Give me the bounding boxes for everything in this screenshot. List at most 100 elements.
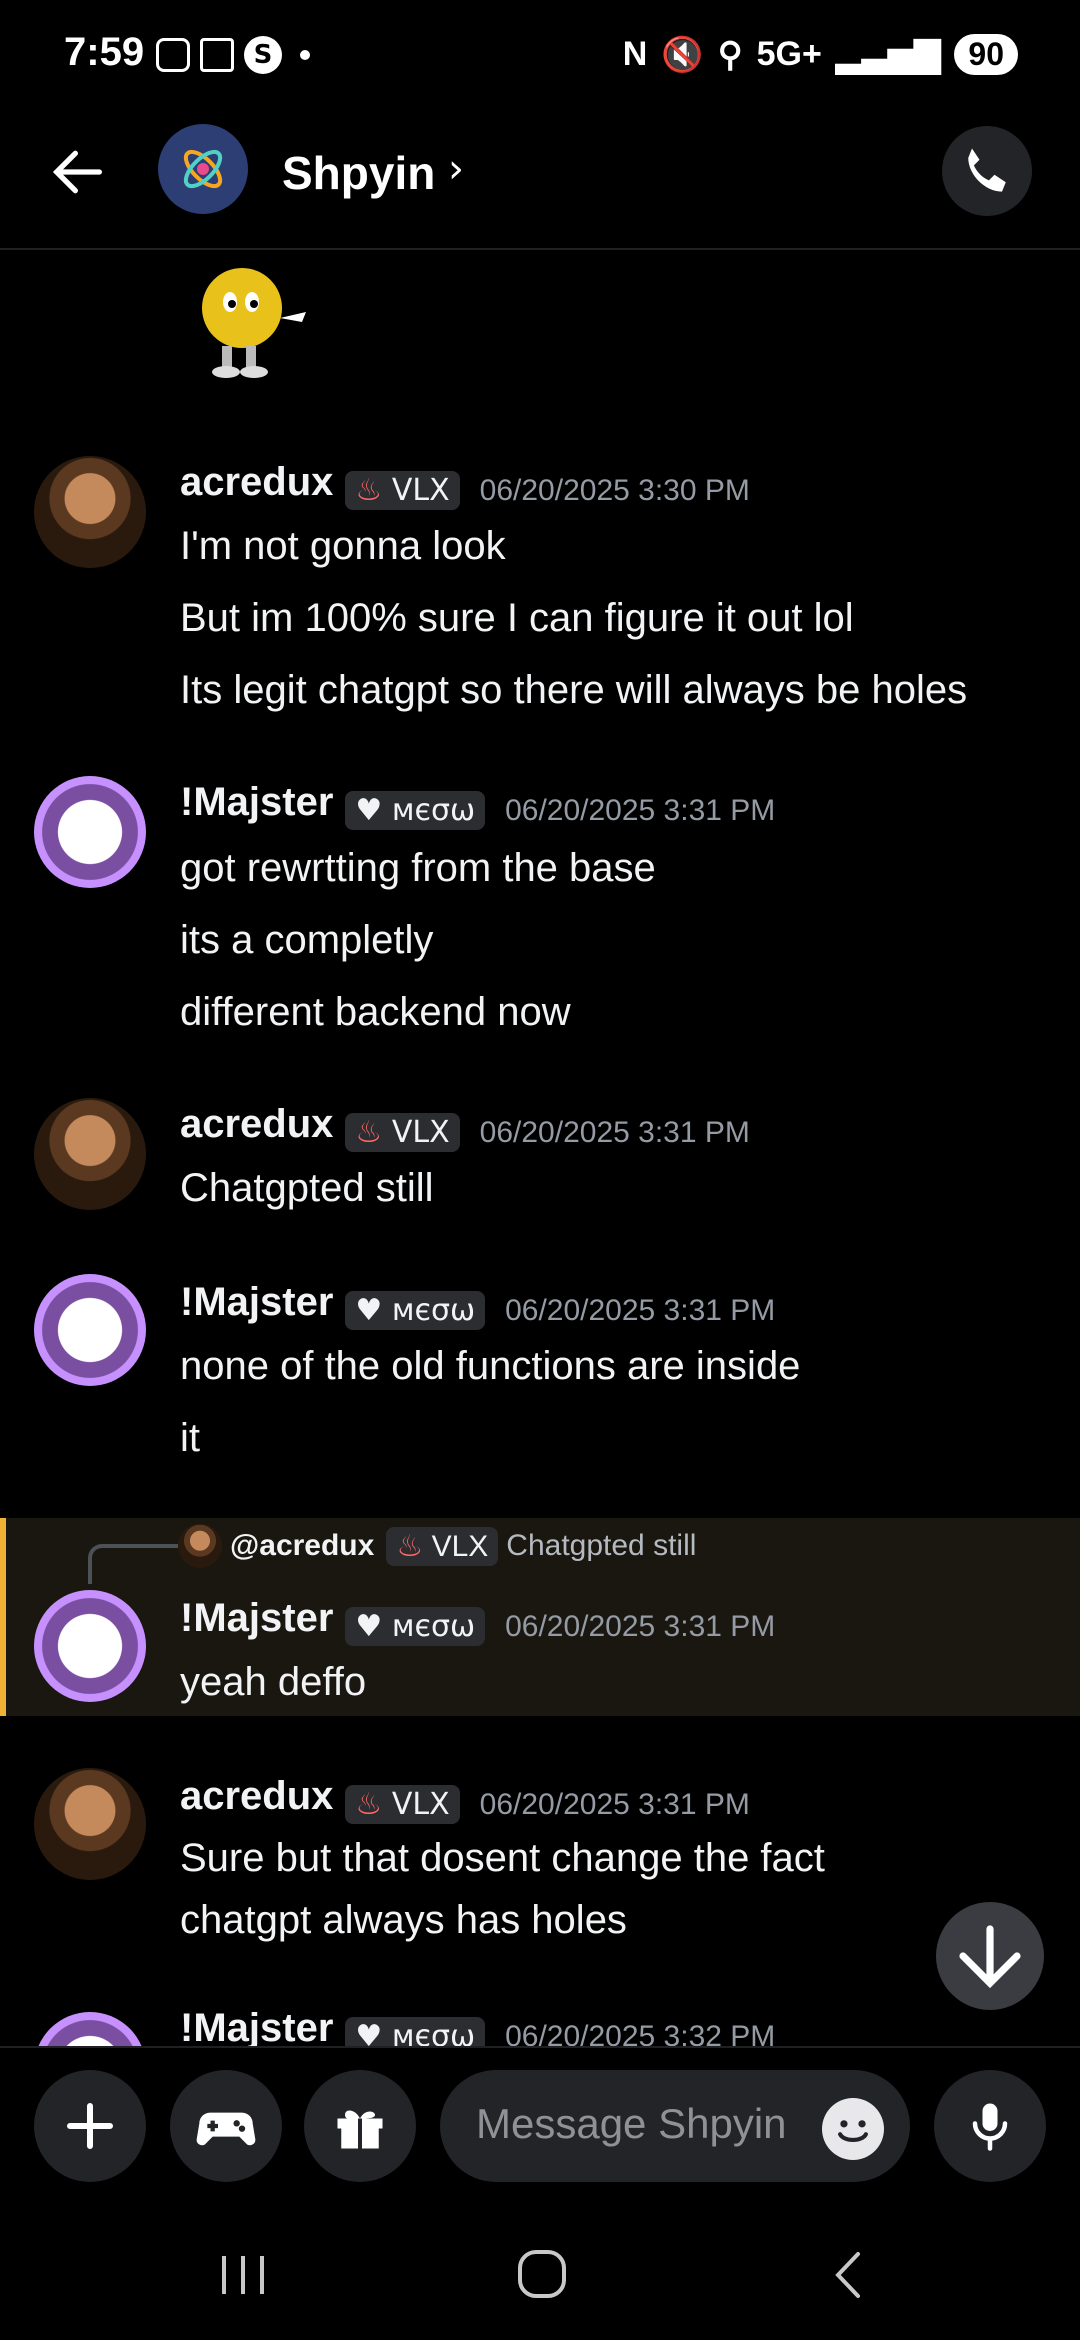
status-bar: 7:59 S N 🔇 ⚲ 5G+ ▂▃▅▇ 90 bbox=[0, 0, 1080, 118]
username[interactable]: !Majster bbox=[180, 1280, 333, 1324]
message-header: acredux ♨ VLX 06/20/2025 3:30 PM bbox=[180, 460, 750, 510]
flame-icon: ♨ bbox=[355, 473, 383, 508]
flame-icon: ♨ bbox=[396, 1529, 424, 1563]
message-line[interactable]: Chatgpted still bbox=[180, 1152, 433, 1224]
message-line[interactable]: chatgpt always has holes bbox=[180, 1884, 627, 1956]
user-tag[interactable]: ♥ мєσω bbox=[345, 791, 486, 830]
heart-icon: ♥ bbox=[355, 1609, 383, 1644]
avatar[interactable] bbox=[34, 776, 146, 888]
reply-text: Chatgpted still bbox=[506, 1529, 697, 1562]
heart-icon: ♥ bbox=[355, 2019, 383, 2046]
gamepad-icon bbox=[196, 2112, 256, 2146]
message-header: acredux ♨ VLX 06/20/2025 3:31 PM bbox=[180, 1102, 750, 1152]
message-line[interactable]: yeah deffo bbox=[180, 1646, 366, 1718]
timestamp: 06/20/2025 3:31 PM bbox=[505, 793, 776, 827]
add-attachment-button[interactable] bbox=[34, 2070, 146, 2182]
username[interactable]: acredux bbox=[180, 1102, 333, 1146]
gmail-icon bbox=[200, 38, 234, 72]
message-line[interactable]: none of the old functions are inside bbox=[180, 1330, 800, 1402]
username[interactable]: !Majster bbox=[180, 780, 333, 824]
network-label: 5G+ bbox=[756, 35, 822, 73]
message-line[interactable]: Its legit chatgpt so there will always b… bbox=[180, 654, 967, 726]
message-header: !Majster ♥ мєσω 06/20/2025 3:31 PM bbox=[180, 1280, 775, 1330]
emoji-sticker bbox=[180, 258, 320, 388]
channel-title[interactable]: Shpyin bbox=[282, 146, 435, 200]
flame-icon: ♨ bbox=[355, 1787, 383, 1822]
smiley-sticker-icon bbox=[202, 268, 306, 378]
timestamp: 06/20/2025 3:31 PM bbox=[505, 1293, 776, 1327]
emoji-button[interactable] bbox=[822, 2098, 884, 2160]
reply-avatar bbox=[178, 1524, 222, 1568]
heart-icon: ♥ bbox=[355, 793, 383, 828]
back-button[interactable] bbox=[46, 140, 116, 210]
system-back-icon[interactable] bbox=[826, 2248, 870, 2302]
avatar[interactable] bbox=[34, 1590, 146, 1702]
signal-icon: ▂▃▅▇ bbox=[835, 35, 941, 74]
avatar[interactable] bbox=[34, 2012, 146, 2046]
user-tag[interactable]: ♥ мєσω bbox=[345, 1607, 486, 1646]
avatar[interactable] bbox=[34, 1098, 146, 1210]
status-time: 7:59 bbox=[64, 30, 145, 74]
voice-message-button[interactable] bbox=[934, 2070, 1046, 2182]
screenshot-icon bbox=[156, 38, 190, 72]
nfc-icon: N bbox=[622, 35, 648, 73]
message-line[interactable]: it bbox=[180, 1402, 200, 1474]
user-tag[interactable]: ♨ VLX bbox=[345, 471, 460, 510]
status-system-icons: N 🔇 ⚲ 5G+ ▂▃▅▇ 90 bbox=[623, 34, 1018, 75]
skype-icon: S bbox=[244, 36, 282, 74]
gift-button[interactable] bbox=[304, 2070, 416, 2182]
user-tag[interactable]: ♨ VLX bbox=[345, 1785, 460, 1824]
reply-connector bbox=[88, 1544, 178, 1584]
arrow-left-icon bbox=[52, 150, 102, 194]
avatar[interactable] bbox=[34, 1768, 146, 1880]
channel-avatar[interactable] bbox=[158, 124, 248, 214]
message-line[interactable]: got rewrtting from the base bbox=[180, 832, 656, 904]
username[interactable]: acredux bbox=[180, 460, 333, 504]
timestamp: 06/20/2025 3:31 PM bbox=[479, 1115, 750, 1149]
message-header: acredux ♨ VLX 06/20/2025 3:31 PM bbox=[180, 1774, 750, 1824]
timestamp: 06/20/2025 3:32 PM bbox=[505, 2019, 776, 2047]
more-notifications-dot-icon bbox=[300, 50, 310, 60]
scroll-to-bottom-button[interactable] bbox=[936, 1902, 1044, 2010]
message-partial: !Majster ♥ мєσω 06/20/2025 3:32 PM bbox=[0, 2010, 1080, 2046]
home-icon[interactable] bbox=[516, 2246, 568, 2302]
gift-icon bbox=[337, 2110, 383, 2149]
message-line[interactable]: its a completly bbox=[180, 904, 433, 976]
user-tag[interactable]: ♨ VLX bbox=[345, 1113, 460, 1152]
message-header: !Majster ♥ мєσω 06/20/2025 3:31 PM bbox=[180, 780, 775, 830]
avatar[interactable] bbox=[34, 456, 146, 568]
microphone-icon bbox=[972, 2103, 1008, 2151]
reply-reference[interactable]: @acredux ♨ VLX Chatgpted still bbox=[178, 1524, 696, 1568]
battery-badge: 90 bbox=[954, 34, 1018, 75]
arrow-down-icon bbox=[959, 1925, 1021, 1989]
multicolor-logo-icon bbox=[183, 149, 223, 189]
username[interactable]: acredux bbox=[180, 1774, 333, 1818]
emoji-icon bbox=[838, 2120, 868, 2143]
message-line[interactable]: I'm not gonna look bbox=[180, 510, 506, 582]
message-input-placeholder: Message Shpyin bbox=[476, 2100, 787, 2147]
system-navigation-bar bbox=[0, 2206, 1080, 2340]
user-tag[interactable]: ♥ мєσω bbox=[345, 1291, 486, 1330]
timestamp: 06/20/2025 3:31 PM bbox=[505, 1609, 776, 1643]
user-tag[interactable]: ♥ мєσω bbox=[345, 2017, 486, 2046]
message-line[interactable]: But im 100% sure I can figure it out lol bbox=[180, 582, 854, 654]
mute-icon: 🔇 bbox=[661, 35, 704, 74]
activities-button[interactable] bbox=[170, 2070, 282, 2182]
timestamp: 06/20/2025 3:30 PM bbox=[479, 473, 750, 507]
username[interactable]: !Majster bbox=[180, 1596, 333, 1640]
reply-author: @acredux bbox=[230, 1529, 375, 1562]
timestamp: 06/20/2025 3:31 PM bbox=[479, 1787, 750, 1821]
reply-user-tag: ♨ VLX bbox=[386, 1526, 499, 1566]
plus-icon bbox=[67, 2103, 113, 2149]
location-icon: ⚲ bbox=[717, 35, 743, 74]
username[interactable]: !Majster bbox=[180, 2010, 333, 2046]
call-button[interactable] bbox=[942, 126, 1032, 216]
status-notification-icons: S bbox=[156, 36, 310, 74]
message-header: !Majster ♥ мєσω 06/20/2025 3:31 PM bbox=[180, 1596, 775, 1646]
chevron-right-icon[interactable]: › bbox=[448, 146, 464, 192]
message-line[interactable]: different backend now bbox=[180, 976, 571, 1048]
recent-apps-icon[interactable] bbox=[218, 2252, 268, 2298]
phone-icon bbox=[968, 148, 1006, 192]
message-header: !Majster ♥ мєσω 06/20/2025 3:32 PM bbox=[180, 2010, 775, 2046]
avatar[interactable] bbox=[34, 1274, 146, 1386]
